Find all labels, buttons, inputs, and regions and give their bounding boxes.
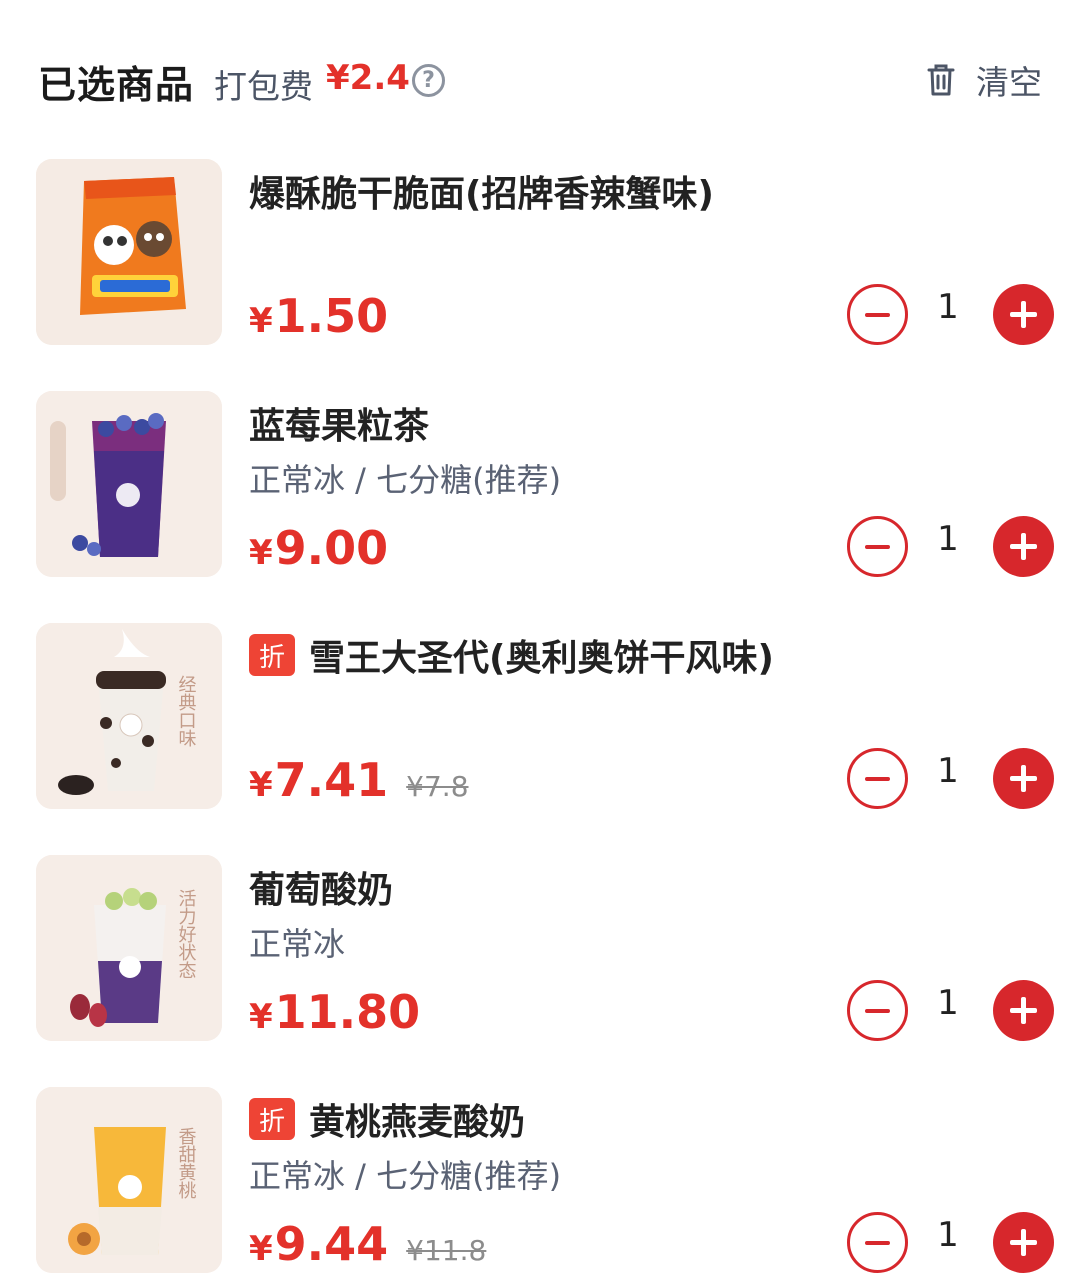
- decrease-quantity-button[interactable]: [847, 748, 908, 809]
- product-name[interactable]: 黄桃燕麦酸奶: [309, 1093, 525, 1145]
- cart-item: 经典口味 折 雪王大圣代(奥利奥饼干风味) ¥ 7.41 ¥7.8 1: [0, 623, 1080, 855]
- currency-symbol: ¥: [249, 533, 273, 573]
- product-name[interactable]: 葡萄酸奶: [249, 861, 393, 913]
- cart-header: 已选商品 打包费 ¥2.4 ? 清空: [0, 0, 1080, 150]
- product-spec: 正常冰 / 七分糖(推荐): [249, 1157, 562, 1195]
- increase-quantity-button[interactable]: [993, 516, 1054, 577]
- cart-item: 蓝莓果粒茶 正常冰 / 七分糖(推荐) ¥ 9.00 1: [0, 391, 1080, 623]
- currency-symbol: ¥: [249, 1229, 273, 1269]
- quantity-value: 1: [937, 751, 959, 791]
- image-caption: 活力好状态: [176, 889, 197, 979]
- quantity-value: 1: [937, 983, 959, 1023]
- product-price: 7.41: [274, 753, 389, 807]
- packing-fee-value: ¥2.4: [326, 58, 410, 98]
- product-spec: 正常冰: [249, 925, 346, 963]
- quantity-value: 1: [937, 519, 959, 559]
- product-name[interactable]: 蓝莓果粒茶: [249, 397, 429, 449]
- cart-item: 爆酥脆干脆面(招牌香辣蟹味) ¥ 1.50 1: [0, 159, 1080, 391]
- peach-yogurt-image: 香甜黄桃: [36, 1087, 222, 1273]
- increase-quantity-button[interactable]: [993, 284, 1054, 345]
- product-image[interactable]: 经典口味: [36, 623, 222, 809]
- blueberry-tea-image: [36, 391, 222, 577]
- clear-cart-button[interactable]: 清空: [926, 58, 1042, 102]
- product-image[interactable]: 活力好状态: [36, 855, 222, 1041]
- packing-fee-label: 打包费: [214, 67, 313, 106]
- currency-symbol: ¥: [249, 997, 273, 1037]
- currency-symbol: ¥: [249, 301, 273, 341]
- oreo-sundae-image: 经典口味: [36, 623, 222, 809]
- product-name[interactable]: 爆酥脆干脆面(招牌香辣蟹味): [249, 165, 714, 217]
- snack-pack-image: [36, 159, 222, 345]
- product-spec: 正常冰 / 七分糖(推荐): [249, 461, 562, 499]
- quantity-value: 1: [937, 287, 959, 327]
- grape-yogurt-image: 活力好状态: [36, 855, 222, 1041]
- increase-quantity-button[interactable]: [993, 1212, 1054, 1273]
- cart-item: 活力好状态 葡萄酸奶 正常冰 ¥ 11.80 1: [0, 855, 1080, 1087]
- product-price: 11.80: [274, 985, 421, 1039]
- product-name[interactable]: 雪王大圣代(奥利奥饼干风味): [309, 629, 774, 681]
- decrease-quantity-button[interactable]: [847, 1212, 908, 1273]
- product-price: 9.44: [274, 1217, 389, 1271]
- help-icon[interactable]: ?: [412, 64, 445, 97]
- quantity-value: 1: [937, 1215, 959, 1255]
- product-image[interactable]: [36, 159, 222, 345]
- increase-quantity-button[interactable]: [993, 748, 1054, 809]
- original-price: ¥7.8: [406, 770, 469, 803]
- product-image[interactable]: 香甜黄桃: [36, 1087, 222, 1273]
- discount-badge: 折: [249, 634, 295, 676]
- original-price: ¥11.8: [406, 1234, 487, 1267]
- page-title: 已选商品: [38, 63, 195, 107]
- image-caption: 经典口味: [176, 675, 197, 747]
- increase-quantity-button[interactable]: [993, 980, 1054, 1041]
- product-price: 9.00: [274, 521, 389, 575]
- image-caption: 香甜黄桃: [176, 1127, 197, 1199]
- currency-symbol: ¥: [249, 765, 273, 805]
- discount-badge: 折: [249, 1098, 295, 1140]
- decrease-quantity-button[interactable]: [847, 284, 908, 345]
- product-price: 1.50: [274, 289, 389, 343]
- product-image[interactable]: [36, 391, 222, 577]
- trash-icon: [927, 64, 955, 96]
- cart-item: 香甜黄桃 折 黄桃燕麦酸奶 正常冰 / 七分糖(推荐) ¥ 9.44 ¥11.8…: [0, 1087, 1080, 1284]
- decrease-quantity-button[interactable]: [847, 980, 908, 1041]
- clear-label: 清空: [976, 63, 1042, 102]
- decrease-quantity-button[interactable]: [847, 516, 908, 577]
